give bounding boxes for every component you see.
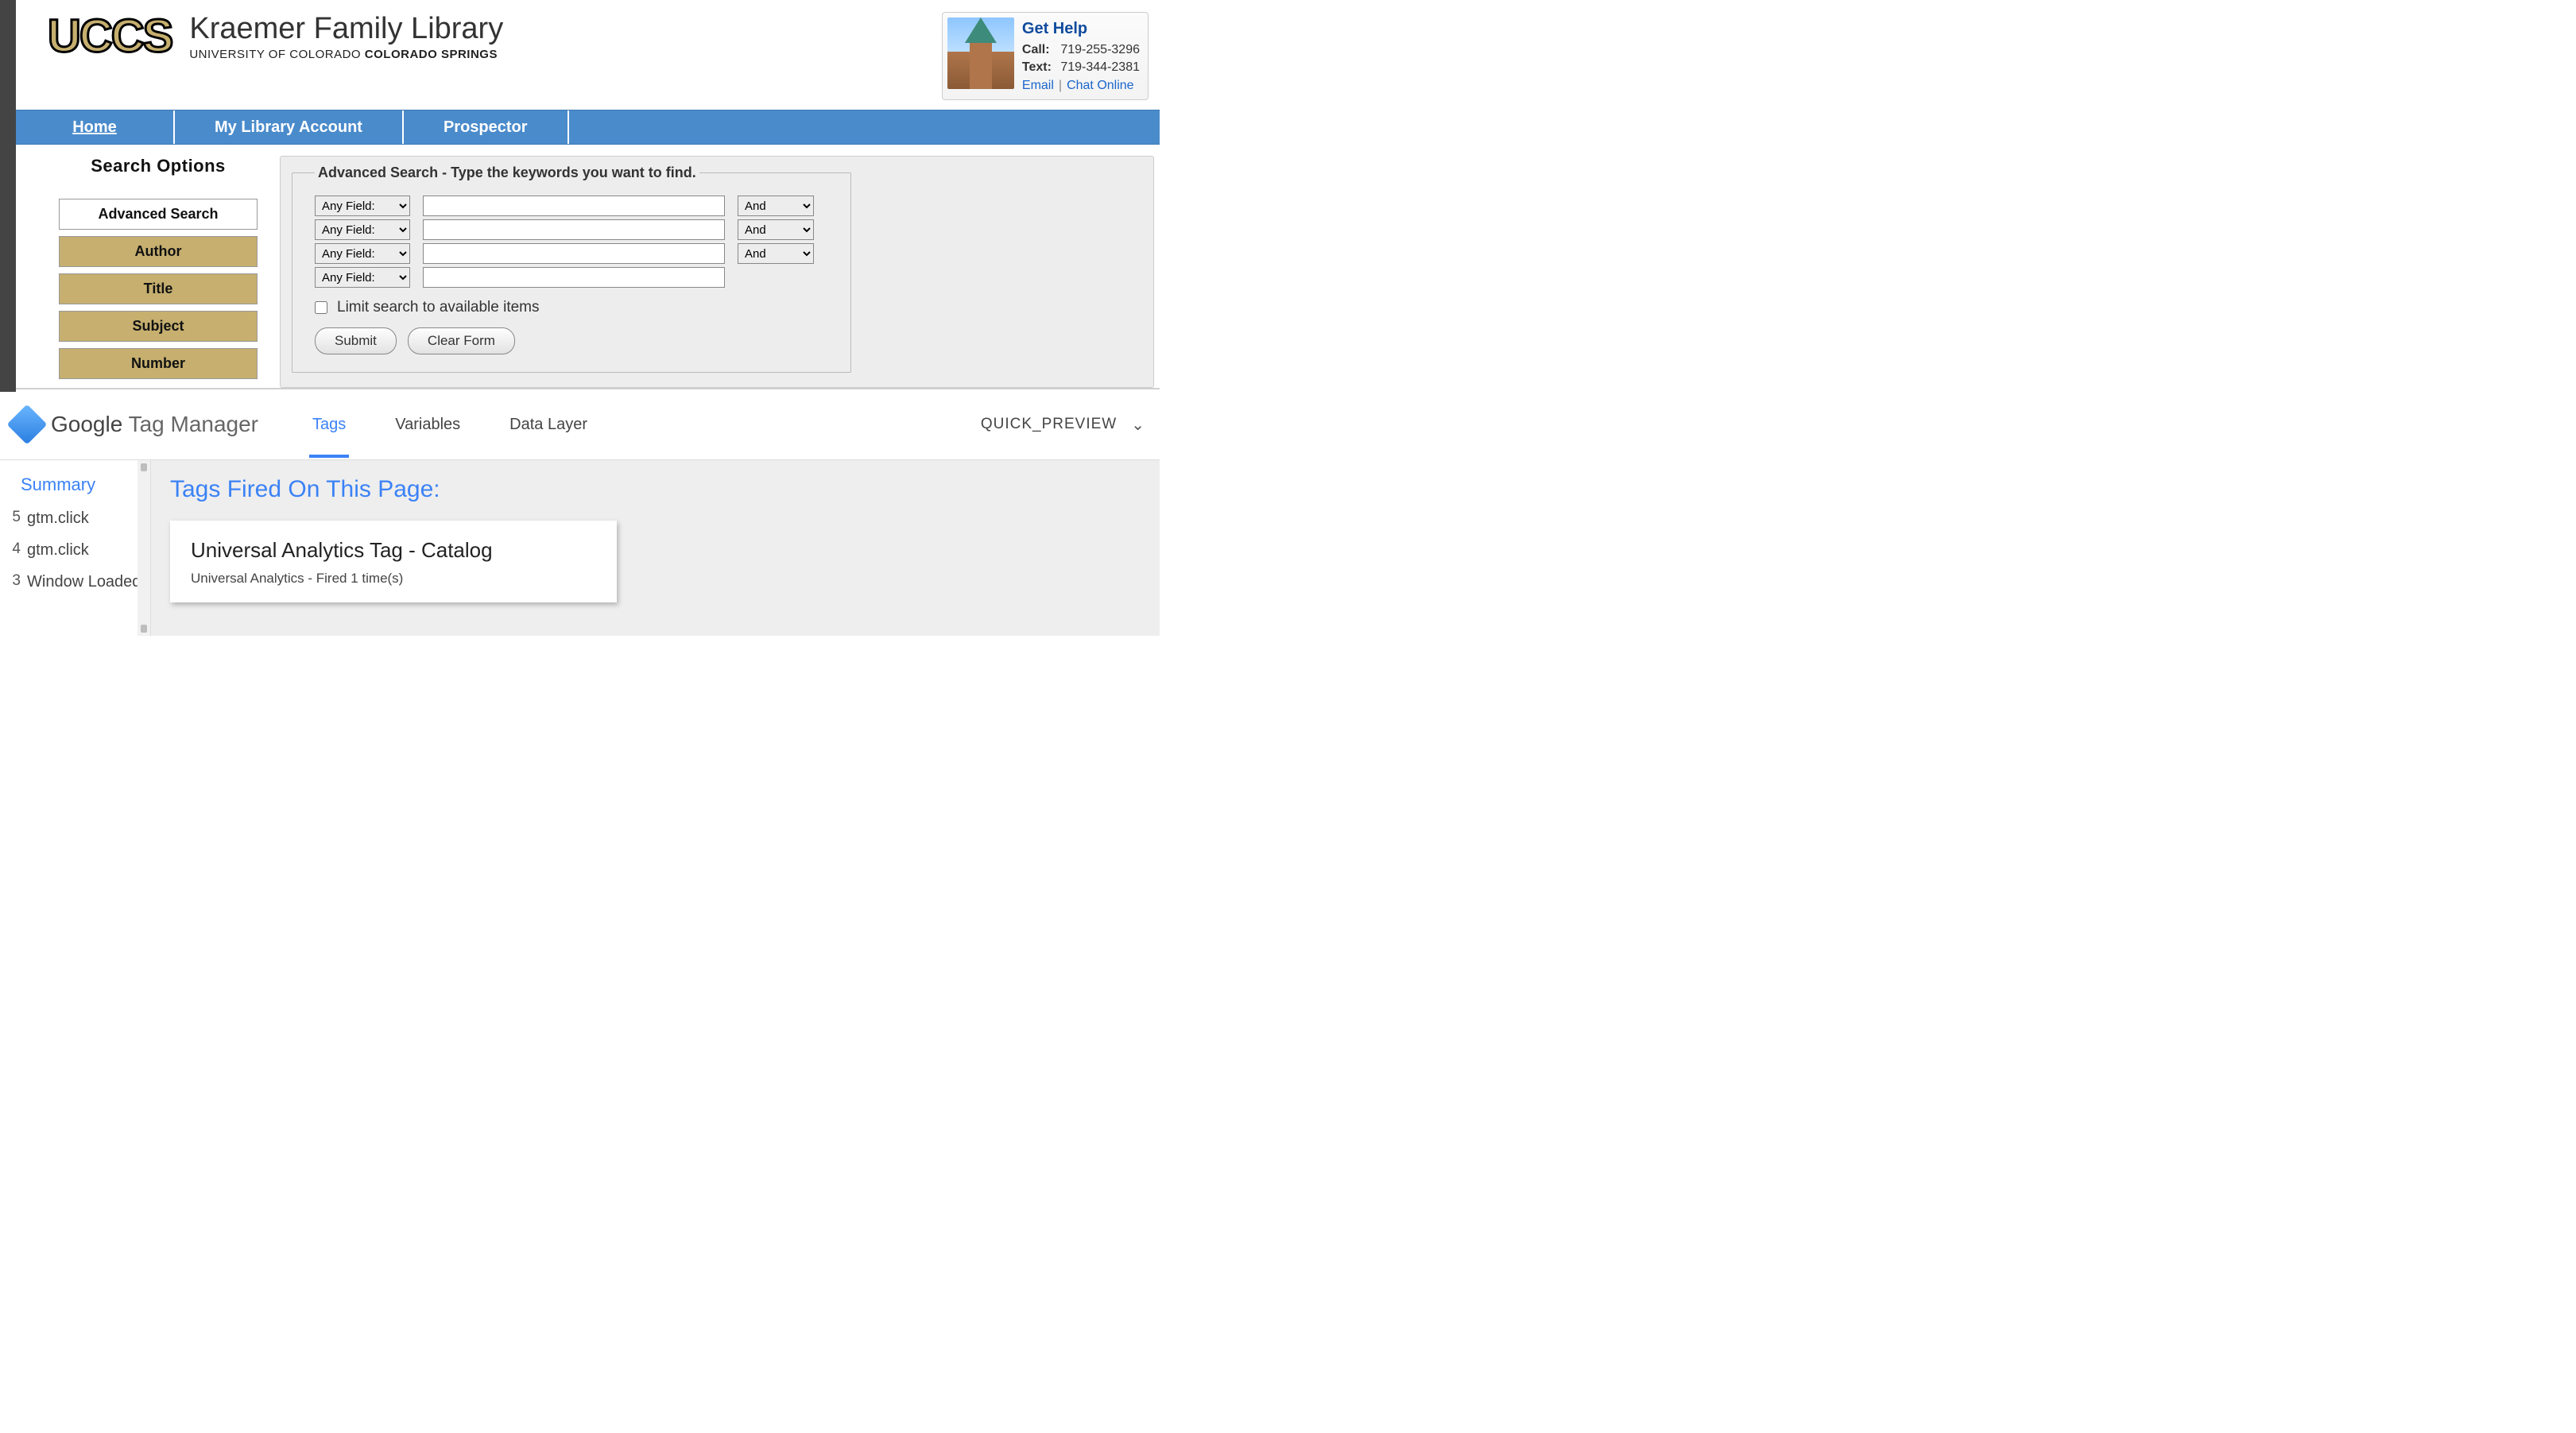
nav-prospector[interactable]: Prospector: [404, 110, 569, 144]
gtm-card-title: Universal Analytics Tag - Catalog: [191, 538, 596, 563]
gtm-right: QUICK_PREVIEW ⌄: [981, 415, 1145, 435]
left-gutter: [0, 0, 16, 392]
sidebar-list: Advanced Search Author Title Subject Num…: [59, 199, 258, 379]
gtm-event-name: gtm.click: [27, 509, 144, 528]
sidebar-item-author[interactable]: Author: [59, 236, 258, 267]
nav-account-label: My Library Account: [215, 118, 362, 137]
help-text-row: Text: 719-344-2381: [1022, 59, 1140, 76]
sidebar-item-title[interactable]: Title: [59, 273, 258, 304]
gtm-tab-data-layer[interactable]: Data Layer: [506, 393, 591, 456]
gtm-preview-label: QUICK_PREVIEW: [981, 416, 1117, 433]
gtm-logo: Google Tag Manager: [13, 410, 258, 439]
search-row-4: Any Field:: [315, 267, 828, 288]
scrollbar[interactable]: [138, 460, 150, 636]
keyword-input-2[interactable]: [423, 219, 725, 240]
limit-label: Limit search to available items: [337, 299, 540, 316]
sidebar-item-subject[interactable]: Subject: [59, 311, 258, 342]
sidebar-title: Search Options: [59, 156, 258, 176]
help-chat-link[interactable]: Chat Online: [1067, 79, 1134, 92]
gtm-tabs: Tags Variables Data Layer: [309, 393, 591, 456]
gtm-tag-card[interactable]: Universal Analytics Tag - Catalog Univer…: [170, 521, 617, 602]
nav-prospector-label: Prospector: [444, 118, 528, 137]
gtm-event-5[interactable]: 5 gtm.click: [0, 502, 150, 534]
gtm-diamond-icon: [7, 405, 48, 445]
sidebar-item-number[interactable]: Number: [59, 348, 258, 379]
limit-checkbox[interactable]: [315, 301, 327, 314]
sidebar-item-advanced-search[interactable]: Advanced Search: [59, 199, 258, 230]
subline-prefix: UNIVERSITY OF COLORADO: [189, 48, 364, 61]
help-card-image: [947, 17, 1014, 89]
gtm-event-name: gtm.click: [27, 540, 144, 560]
library-page: UCCS Kraemer Family Library UNIVERSITY O…: [0, 0, 1160, 388]
help-links-row: Email | Chat Online: [1022, 77, 1140, 95]
chevron-down-icon[interactable]: ⌄: [1131, 415, 1145, 435]
gtm-side-list: Summary 5 gtm.click 4 gtm.click 3 Window Lo…: [0, 460, 150, 597]
help-call-value: 719-255-3296: [1060, 43, 1140, 56]
logo-block: UCCS Kraemer Family Library UNIVERSITY O…: [48, 12, 503, 61]
search-row-1: Any Field: And: [315, 196, 828, 216]
gtm-brand-b: Tag Manager: [122, 412, 258, 436]
library-subtitle: UNIVERSITY OF COLORADO COLORADO SPRINGS: [189, 48, 503, 61]
advanced-search-fieldset: Advanced Search - Type the keywords you …: [292, 165, 851, 373]
gtm-sidebar: Summary 5 gtm.click 4 gtm.click 3 Window Lo…: [0, 460, 151, 636]
gtm-event-name: Window Loaded: [27, 572, 144, 591]
gtm-card-subtitle: Universal Analytics - Fired 1 time(s): [191, 571, 596, 587]
gtm-topbar: Google Tag Manager Tags Variables Data L…: [0, 389, 1160, 459]
help-call-row: Call: 719-255-3296: [1022, 41, 1140, 59]
gtm-event-4[interactable]: 4 gtm.click: [0, 534, 150, 566]
search-row-2: Any Field: And: [315, 219, 828, 240]
nav-bar: Home My Library Account Prospector: [16, 110, 1160, 145]
bool-select-1[interactable]: And: [738, 196, 814, 216]
fieldset-legend: Advanced Search - Type the keywords you …: [315, 165, 699, 181]
gtm-brand-a: Google: [51, 412, 122, 436]
gtm-side-summary[interactable]: Summary: [0, 468, 150, 502]
help-call-label: Call:: [1022, 41, 1057, 59]
gtm-event-3[interactable]: 3 Window Loaded: [0, 566, 150, 598]
help-separator: |: [1059, 79, 1062, 92]
bool-select-3[interactable]: And: [738, 243, 814, 264]
header: UCCS Kraemer Family Library UNIVERSITY O…: [16, 0, 1160, 110]
field-select-4[interactable]: Any Field:: [315, 267, 410, 288]
gtm-event-num: 4: [8, 540, 21, 559]
gtm-brand: Google Tag Manager: [51, 412, 258, 437]
search-rows: Any Field: And Any Field: And Any Field:: [315, 196, 828, 288]
nav-home-label: Home: [72, 118, 117, 137]
field-select-1[interactable]: Any Field:: [315, 196, 410, 216]
gtm-body: Summary 5 gtm.click 4 gtm.click 3 Window Lo…: [0, 459, 1160, 636]
search-panel: Advanced Search - Type the keywords you …: [280, 156, 1154, 388]
clear-button[interactable]: Clear Form: [408, 327, 515, 354]
field-select-2[interactable]: Any Field:: [315, 219, 410, 240]
gtm-debug-panel: Google Tag Manager Tags Variables Data L…: [0, 388, 1160, 636]
limit-row: Limit search to available items: [315, 299, 828, 316]
gtm-tab-tags[interactable]: Tags: [309, 393, 349, 456]
keyword-input-3[interactable]: [423, 243, 725, 264]
help-email-link[interactable]: Email: [1022, 79, 1054, 92]
gtm-main: Tags Fired On This Page: Universal Analy…: [151, 460, 1160, 636]
keyword-input-1[interactable]: [423, 196, 725, 216]
button-row: Submit Clear Form: [315, 327, 828, 354]
help-text: Get Help Call: 719-255-3296 Text: 719-34…: [1022, 17, 1140, 95]
library-content: UCCS Kraemer Family Library UNIVERSITY O…: [16, 0, 1160, 388]
sidebar: Search Options Advanced Search Author Ti…: [59, 156, 258, 379]
library-name-block: Kraemer Family Library UNIVERSITY OF COL…: [189, 12, 503, 61]
help-header: Get Help: [1022, 17, 1140, 40]
search-row-3: Any Field: And: [315, 243, 828, 264]
nav-home[interactable]: Home: [16, 110, 175, 144]
help-card: Get Help Call: 719-255-3296 Text: 719-34…: [942, 12, 1149, 100]
gtm-event-num: 3: [8, 572, 21, 591]
help-text-label: Text:: [1022, 59, 1057, 76]
submit-button[interactable]: Submit: [315, 327, 397, 354]
content-row: Search Options Advanced Search Author Ti…: [16, 145, 1160, 388]
keyword-input-4[interactable]: [423, 267, 725, 288]
gtm-event-num: 5: [8, 509, 21, 527]
library-title: Kraemer Family Library: [189, 12, 503, 46]
bool-select-2[interactable]: And: [738, 219, 814, 240]
field-select-3[interactable]: Any Field:: [315, 243, 410, 264]
gtm-heading: Tags Fired On This Page:: [170, 476, 1141, 503]
subline-bold: COLORADO SPRINGS: [365, 48, 498, 61]
nav-account[interactable]: My Library Account: [175, 110, 404, 144]
help-text-value: 719-344-2381: [1060, 60, 1140, 74]
uccs-logo: UCCS: [48, 12, 172, 61]
gtm-tab-variables[interactable]: Variables: [392, 393, 463, 456]
